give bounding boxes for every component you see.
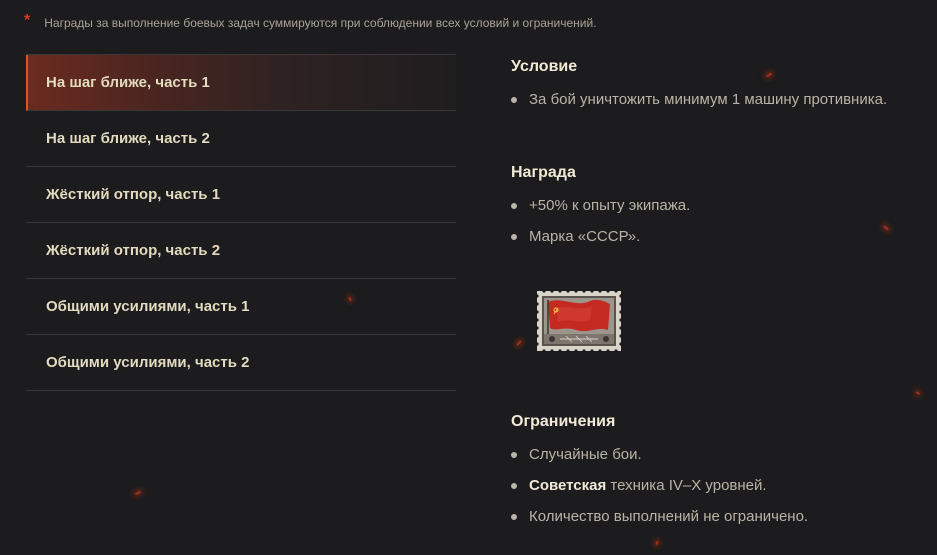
mission-list: На шаг ближе, часть 1 На шаг ближе, част… (26, 54, 456, 391)
ember-spark (915, 391, 921, 395)
limits-text: техника IV–X уровней. (606, 477, 767, 494)
condition-item: За бой уничтожить минимум 1 машину проти… (511, 90, 887, 110)
limits-item: Количество выполнений не ограничено. (511, 507, 808, 527)
mission-label: Жёсткий отпор, часть 1 (46, 186, 221, 203)
limits-list: Случайные бои. Советская техника IV–X ур… (511, 445, 808, 527)
rewards-note: * Награды за выполнение боевых задач сум… (24, 12, 597, 32)
condition-section: Условие За бой уничтожить минимум 1 маши… (511, 58, 887, 121)
bullet-icon (511, 514, 517, 520)
ember-spark (883, 225, 889, 231)
condition-text: За бой уничтожить минимум 1 машину проти… (529, 91, 888, 108)
nation-highlight: Советская (529, 477, 607, 494)
bullet-icon (511, 452, 517, 458)
asterisk-icon: * (24, 12, 31, 29)
reward-item: +50% к опыту экипажа. (511, 196, 690, 216)
mission-item[interactable]: Жёсткий отпор, часть 2 (26, 223, 456, 279)
limits-item: Советская техника IV–X уровней. (511, 476, 808, 496)
ember-spark (134, 490, 142, 496)
condition-title: Условие (511, 58, 578, 75)
mission-label: Общими усилиями, часть 1 (46, 298, 250, 315)
mission-item[interactable]: Общими усилиями, часть 2 (26, 335, 456, 391)
mission-item[interactable]: На шаг ближе, часть 2 (26, 111, 456, 167)
limits-title: Ограничения (511, 413, 616, 430)
limits-text: Количество выполнений не ограничено. (529, 508, 809, 525)
reward-item: Марка «СССР». (511, 227, 690, 247)
note-text: Награды за выполнение боевых задач сумми… (44, 16, 597, 30)
limits-section: Ограничения Случайные бои. Советская тех… (511, 413, 808, 538)
mission-label: На шаг ближе, часть 1 (46, 74, 210, 91)
ember-spark (516, 340, 522, 346)
mission-label: Общими усилиями, часть 2 (46, 354, 250, 371)
ussr-flag-stamp-icon[interactable] (535, 289, 623, 353)
mission-item[interactable]: На шаг ближе, часть 1 (26, 55, 456, 111)
reward-text: Марка «СССР». (529, 228, 641, 245)
reward-text: +50% к опыту экипажа. (529, 197, 691, 214)
mission-label: Жёсткий отпор, часть 2 (46, 242, 221, 259)
condition-list: За бой уничтожить минимум 1 машину проти… (511, 90, 887, 110)
limits-text: Случайные бои. (529, 446, 642, 463)
mission-item[interactable]: Жёсткий отпор, часть 1 (26, 167, 456, 223)
ember-spark (655, 540, 659, 546)
reward-list: +50% к опыту экипажа. Марка «СССР». (511, 196, 690, 247)
bullet-icon (511, 234, 517, 240)
bullet-icon (511, 97, 517, 103)
reward-section: Награда +50% к опыту экипажа. Марка «ССС… (511, 164, 690, 258)
mission-label: На шаг ближе, часть 2 (46, 130, 210, 147)
limits-item: Случайные бои. (511, 445, 808, 465)
mission-item[interactable]: Общими усилиями, часть 1 (26, 279, 456, 335)
bullet-icon (511, 203, 517, 209)
reward-title: Награда (511, 164, 576, 181)
bullet-icon (511, 483, 517, 489)
